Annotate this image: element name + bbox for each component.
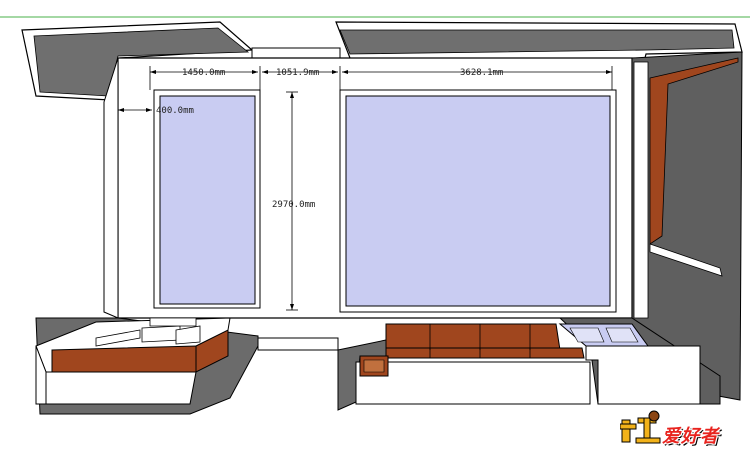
dim-right-window-width: 3628.1mm bbox=[460, 68, 503, 78]
room-model: 1450.0mm 1051.9mm 3628.1mm 400.0mm 2970.… bbox=[0, 16, 750, 415]
middle-beam bbox=[251, 47, 341, 59]
right-platform-base bbox=[355, 361, 591, 405]
right-wall-edge bbox=[633, 61, 649, 319]
right-window-glass bbox=[345, 95, 611, 307]
compartment-c bbox=[149, 317, 197, 327]
watermark-text: 爱好者 bbox=[662, 426, 719, 447]
dim-pier-width: 1051.9mm bbox=[276, 68, 319, 78]
dim-window-height: 2970.0mm bbox=[272, 200, 315, 210]
left-platform-base bbox=[45, 371, 197, 405]
sketchup-viewport[interactable]: 1450.0mm 1051.9mm 3628.1mm 400.0mm 2970.… bbox=[0, 0, 750, 451]
left-drawer-front bbox=[51, 345, 197, 373]
right-drawer-row bbox=[385, 347, 585, 359]
middle-floor-step bbox=[257, 337, 339, 351]
watermark-logo-icon bbox=[620, 410, 661, 444]
left-wall-inner bbox=[103, 57, 119, 319]
dim-left-window-width: 1450.0mm bbox=[182, 68, 225, 78]
compartment-b bbox=[141, 325, 181, 343]
right-counter-glass bbox=[558, 323, 649, 347]
dim-wall-offset: 400.0mm bbox=[156, 106, 194, 116]
right-counter-base bbox=[585, 345, 701, 405]
left-window-glass bbox=[159, 95, 256, 305]
right-platform-back bbox=[385, 323, 561, 351]
